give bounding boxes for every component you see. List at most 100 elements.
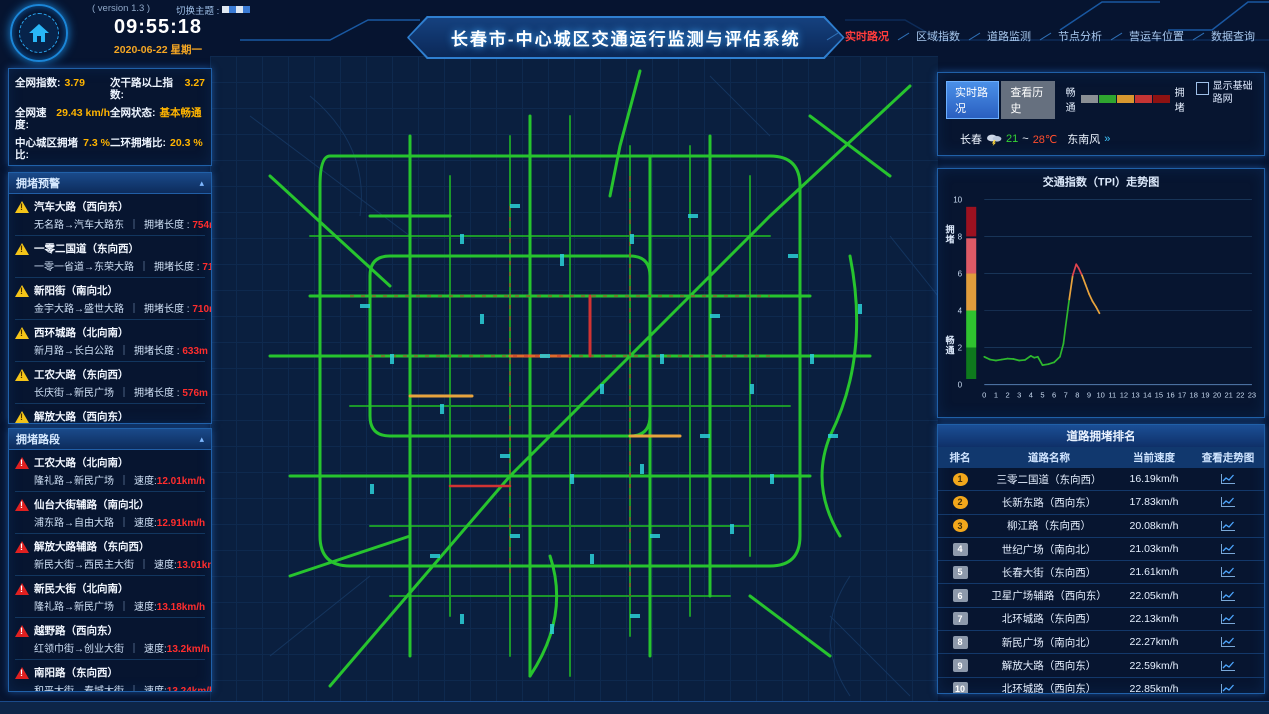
speed-label: 速度: [144,686,167,692]
congested-segment-item[interactable]: 南阳路（东向西） 和平大街→春城大街｜速度:13.24km/h [15,660,205,692]
table-row[interactable]: 9 解放大路（西向东） 22.59km/h [938,654,1264,677]
trend-chart-icon[interactable] [1220,636,1236,648]
roadview-control-panel: 实时路况查看历史 畅通 拥堵 显示基础路网 长春 21 ~ 28℃ [937,72,1265,156]
nav-item[interactable]: 道路监测 [960,28,1031,44]
road-name: 长新东路（西向东） [982,495,1116,510]
legend-left-label: 畅通 [1066,84,1076,114]
home-icon [19,13,59,53]
trend-chart-icon[interactable] [1220,473,1236,485]
roadview-tab[interactable]: 实时路况 [946,81,999,119]
col-rank: 排名 [938,450,982,465]
weather-more-link[interactable]: » [1104,133,1110,145]
panel-title: 拥堵路段 [16,431,60,447]
length-label: 拥堵长度 : [154,262,200,273]
table-row[interactable]: 10 北环城路（西向东） 22.85km/h [938,678,1264,694]
legend-swatch [1081,95,1098,103]
warning-list-item[interactable]: 一零二国道（东向西） 一零一省道→东荣大路｜拥堵长度 : 719m [15,236,205,278]
table-row[interactable]: 7 北环城路（东向西） 22.13km/h [938,608,1264,631]
checkbox-label: 显示基础路网 [1213,81,1256,106]
rank-badge: 2 [953,496,968,509]
theme-swatch[interactable] [236,6,243,13]
trend-chart-icon[interactable] [1220,543,1236,555]
nav-separator [898,32,910,40]
home-logo-button[interactable] [10,4,68,62]
theme-swatch[interactable] [229,6,236,13]
congested-segment-item[interactable]: 工农大路（北向南） 隆礼路→新民广场｜速度:12.01km/h [15,450,205,492]
svg-text:8: 8 [1075,391,1079,400]
road-segment: 一零一省道→东荣大路 [34,262,134,273]
nav-item[interactable]: 营运车位置 [1102,28,1184,44]
checkbox-icon[interactable] [1196,82,1209,95]
speed-label: 速度: [134,518,157,529]
rank-badge: 3 [953,519,968,532]
warning-triangle-icon [15,369,29,381]
svg-text:0: 0 [982,391,986,400]
congested-segment-item[interactable]: 解放大路辅路（东向西） 新民大街→西民主大街｜速度:13.01km/h [15,534,205,576]
warning-list-item[interactable]: 西环城路（北向南） 新月路→长白公路｜拥堵长度 : 633m [15,320,205,362]
alert-triangle-icon [15,625,29,637]
svg-text:交通指数（TPI）走势图: 交通指数（TPI）走势图 [1043,174,1160,188]
road-name: 新阳街（南向北） [34,283,118,298]
title-banner: 长春市-中心城区交通运行监测与评估系统 [407,16,845,59]
nav-item[interactable]: 实时路况 [818,28,889,44]
collapse-arrow-icon[interactable]: ▴ [199,178,204,189]
road-name: 解放大路辅路（东向西） [34,539,150,554]
speed-label: 速度: [134,602,157,613]
base-network-toggle[interactable]: 显示基础路网 [1196,81,1256,106]
theme-swatch[interactable] [222,6,229,13]
congestion-length: 719m [202,262,212,273]
table-row[interactable]: 2 长新东路（西向东） 17.83km/h [938,491,1264,514]
svg-text:20: 20 [1213,391,1221,400]
main-nav: 实时路况 区域指数 道路监测 节点分析 [818,28,1255,44]
road-name: 三零二国道（东向西） [982,472,1116,487]
warning-triangle-icon [15,201,29,213]
weather-city: 长春 [960,131,982,147]
table-row[interactable]: 5 长春大街（东向西） 21.61km/h [938,561,1264,584]
table-row[interactable]: 8 新民广场（南向北） 22.27km/h [938,631,1264,654]
traffic-map[interactable] [210,56,938,702]
current-speed: 17.83km/h [1116,496,1192,508]
segment-speed: 13.24km/h [167,686,212,692]
nav-separator [1111,32,1123,40]
nav-item[interactable]: 节点分析 [1031,28,1102,44]
svg-text:畅通: 畅通 [946,335,956,356]
network-stats-panel: 全网指数: 3.79 次干路以上指数: 3.27 全网速度: 29.43 km/… [8,68,212,166]
trend-chart-icon[interactable] [1220,613,1236,625]
congested-segments-panel: 拥堵路段 ▴ 工农大路（北向南） 隆礼路→新民广场｜速度:12.01km/h [8,428,212,692]
trend-chart-icon[interactable] [1220,566,1236,578]
svg-text:18: 18 [1190,391,1198,400]
trend-chart-icon[interactable] [1220,496,1236,508]
trend-chart-icon[interactable] [1220,590,1236,602]
trend-chart-icon[interactable] [1220,520,1236,532]
congestion-length: 576m [182,388,208,399]
trend-chart-icon[interactable] [1220,683,1236,694]
warning-list-item[interactable]: 解放大路（西向东） 建设街→万宝街｜拥堵长度 : 459m [15,404,205,424]
nav-item[interactable]: 区域指数 [889,28,960,44]
roadview-tab[interactable]: 查看历史 [1001,81,1054,119]
svg-text:17: 17 [1178,391,1186,400]
tpi-trend-panel: 交通指数（TPI）走势图0246810拥堵畅通01234567891011121… [937,168,1265,418]
collapse-arrow-icon[interactable]: ▴ [199,434,204,445]
congested-segment-item[interactable]: 越野路（西向东） 红领巾街→创业大街｜速度:13.2km/h [15,618,205,660]
trend-chart-icon[interactable] [1220,660,1236,672]
congestion-warning-header: 拥堵预警 ▴ [9,173,211,194]
current-speed: 22.13km/h [1116,613,1192,625]
table-row[interactable]: 4 世纪广场（南向北） 21.03km/h [938,538,1264,561]
legend-swatches [1081,95,1170,103]
stat-item: 全网指数: 3.79 [15,77,110,101]
congested-segment-item[interactable]: 新民大街（北向南） 隆礼路→新民广场｜速度:13.18km/h [15,576,205,618]
warning-list-item[interactable]: 新阳街（南向北） 金宇大路→盛世大路｜拥堵长度 : 710m [15,278,205,320]
ranking-table-body: 1 三零二国道（东向西） 16.19km/h 2 长新东路（西向东） 17.83… [938,468,1264,694]
length-label: 拥堵长度 : [144,220,190,231]
nav-item[interactable]: 数据查询 [1184,28,1255,44]
road-name: 工农大路（北向南） [34,455,129,470]
warning-list-item[interactable]: 工农大路（东向西） 长庆街→新民广场｜拥堵长度 : 576m [15,362,205,404]
theme-swatch[interactable] [243,6,250,13]
congested-segment-item[interactable]: 仙台大街辅路（南向北） 浦东路→自由大路｜速度:12.91km/h [15,492,205,534]
table-row[interactable]: 6 卫星广场辅路（西向东） 22.05km/h [938,584,1264,607]
table-row[interactable]: 3 柳江路（东向西） 20.08km/h [938,515,1264,538]
table-row[interactable]: 1 三零二国道（东向西） 16.19km/h [938,468,1264,491]
legend-right-label: 拥堵 [1175,84,1185,114]
warning-list-item[interactable]: 汽车大路（西向东） 无名路→汽车大路东｜拥堵长度 : 754m [15,194,205,236]
legend-swatch [1099,95,1116,103]
